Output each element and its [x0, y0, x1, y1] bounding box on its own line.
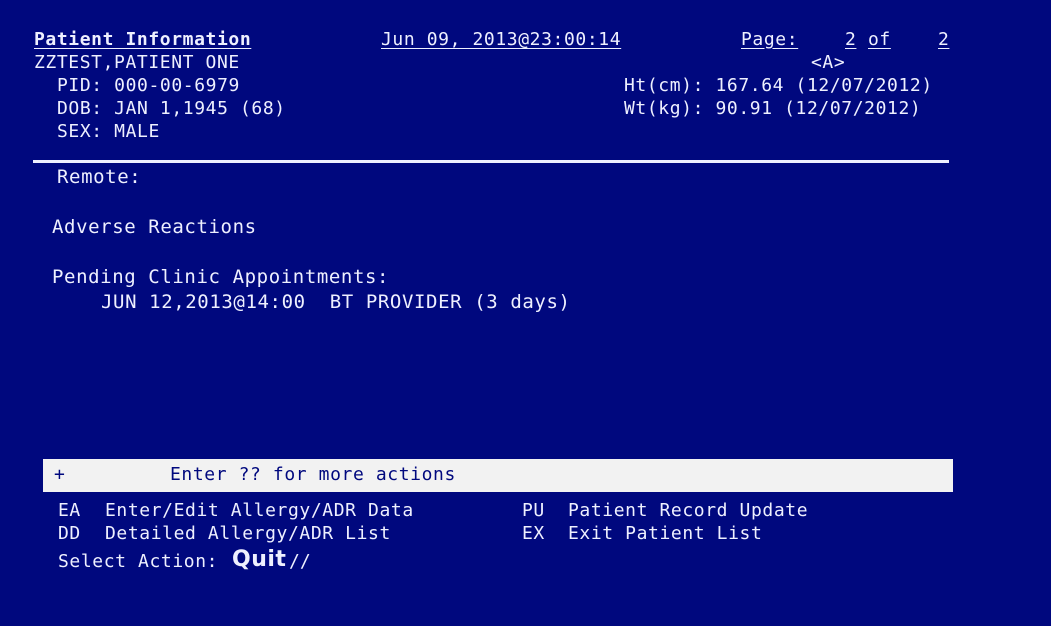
header-datetime: Jun 09, 2013@23:00:14 [381, 29, 622, 50]
page-label: Page: [741, 29, 799, 50]
action-code: PU [522, 500, 545, 521]
patient-pid: PID: 000-00-6979 [57, 75, 240, 96]
action-message-bar: + Enter ?? for more actions [43, 459, 953, 492]
prompt-default-suffix: // [289, 551, 311, 572]
action-label: Patient Record Update [568, 500, 809, 521]
terminal-screen: { "header": { "title": "Patient Informat… [0, 0, 1051, 626]
header-divider [33, 160, 949, 163]
action-label: Enter/Edit Allergy/ADR Data [105, 500, 414, 521]
adverse-reactions-heading: Adverse Reactions [52, 216, 257, 238]
screen-title: Patient Information [34, 29, 252, 50]
prompt-default-value: Quit [232, 547, 287, 572]
patient-weight: Wt(kg): 90.91 (12/07/2012) [624, 98, 922, 119]
action-label: Exit Patient List [568, 523, 763, 544]
patient-name: ZZTEST,PATIENT ONE [34, 52, 240, 73]
page-of: of [868, 29, 891, 50]
action-bar-message: Enter ?? for more actions [170, 464, 456, 485]
patient-dob: DOB: JAN 1,1945 (68) [57, 98, 286, 119]
appointment-item: JUN 12,2013@14:00 BT PROVIDER (3 days) [101, 291, 571, 313]
page-total: 2 [938, 29, 950, 50]
select-action-prompt-label: Select Action: [58, 551, 219, 572]
more-items-indicator: + [54, 464, 66, 485]
action-code: EA [58, 500, 81, 521]
patient-sex: SEX: MALE [57, 121, 160, 142]
patient-height: Ht(cm): 167.64 (12/07/2012) [624, 75, 933, 96]
allergy-flag: <A> [811, 52, 846, 73]
pending-appointments-heading: Pending Clinic Appointments: [52, 266, 390, 288]
action-label: Detailed Allergy/ADR List [105, 523, 391, 544]
action-code: EX [522, 523, 545, 544]
remote-label: Remote: [57, 166, 142, 188]
page-current: 2 [845, 29, 857, 50]
action-code: DD [58, 523, 81, 544]
